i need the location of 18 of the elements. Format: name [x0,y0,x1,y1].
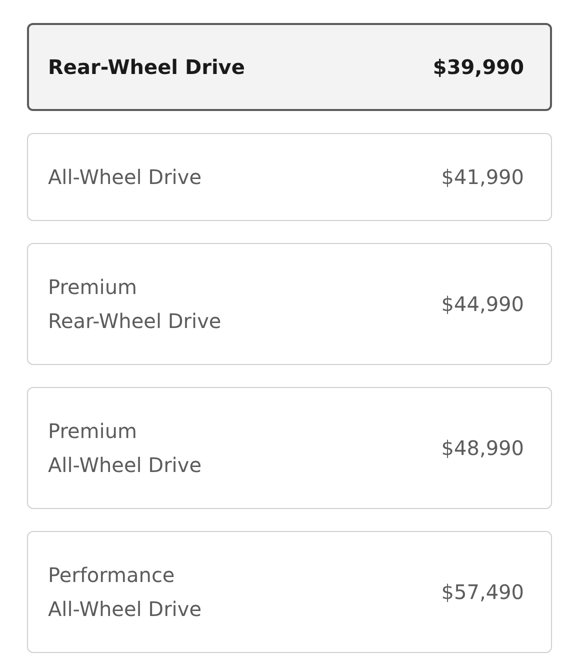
trim-name: All-Wheel Drive [48,452,202,479]
trim-option[interactable]: Rear-Wheel Drive $39,990 [27,23,552,111]
trim-option[interactable]: Premium All-Wheel Drive $48,990 [27,387,552,509]
trim-name: Rear-Wheel Drive [48,54,245,81]
trim-price: $44,990 [441,291,524,318]
trim-price: $39,990 [432,54,524,81]
trim-name: Rear-Wheel Drive [48,308,222,335]
trim-name: Premium [48,274,138,301]
trim-name: Performance [48,562,176,589]
trim-name: All-Wheel Drive [48,164,202,191]
trim-name: Premium [48,418,138,445]
trim-option[interactable]: All-Wheel Drive $41,990 [27,133,552,221]
trim-name: All-Wheel Drive [48,596,202,623]
trim-price: $48,990 [441,435,524,462]
trim-option[interactable]: Premium Rear-Wheel Drive $44,990 [27,243,552,365]
trim-option[interactable]: Performance All-Wheel Drive $57,490 [27,531,552,653]
trim-price: $57,490 [441,579,524,606]
trim-price: $41,990 [441,164,524,191]
